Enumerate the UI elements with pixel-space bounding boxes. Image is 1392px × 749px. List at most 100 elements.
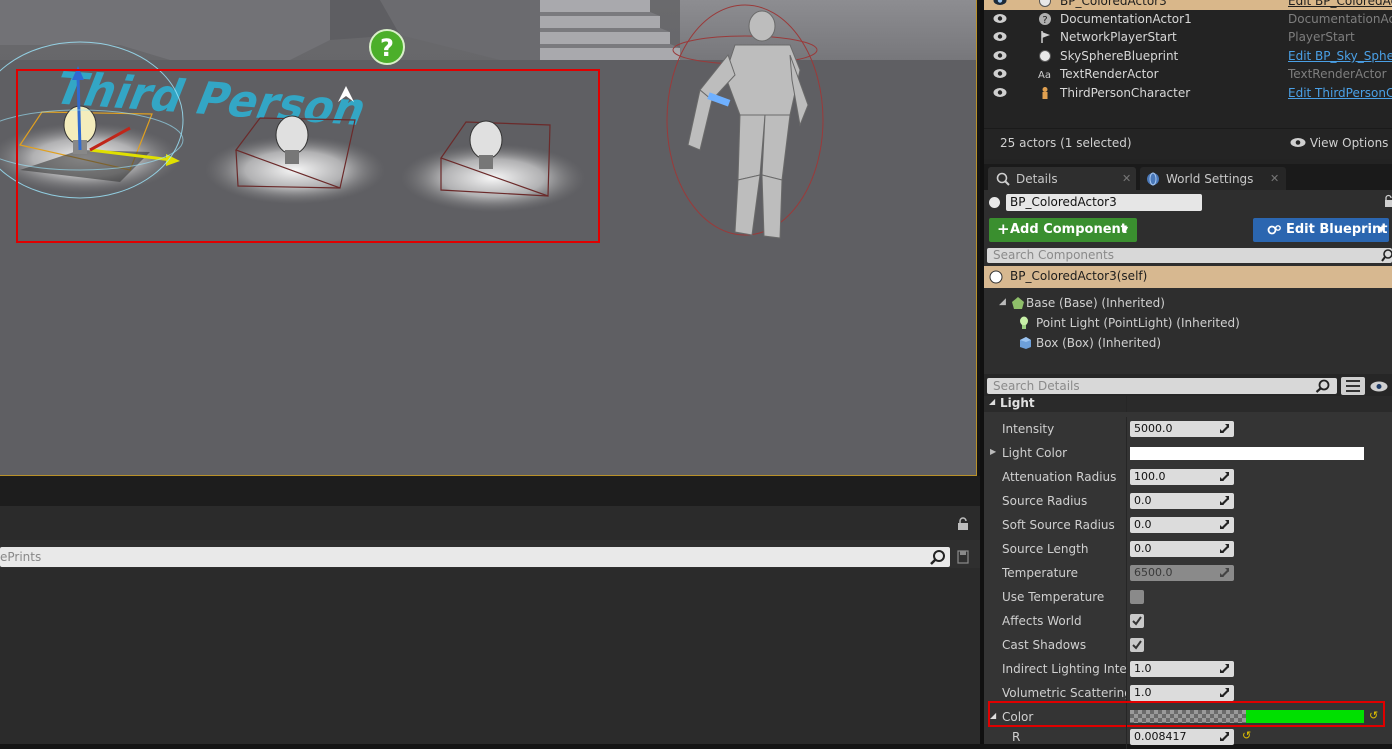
prop-temperature: Temperature 6500.0 bbox=[984, 561, 1392, 585]
blueprint-search-input[interactable]: ePrints bbox=[0, 547, 950, 567]
outliner-row-type-link[interactable]: Edit ThirdPersonC bbox=[1288, 86, 1392, 100]
prop-cast-shadows: Cast Shadows bbox=[984, 633, 1392, 657]
drag-resize-icon[interactable] bbox=[1220, 544, 1229, 553]
plus-icon: + bbox=[997, 220, 1010, 238]
checkmark-icon bbox=[1132, 640, 1142, 650]
search-icon[interactable] bbox=[1315, 379, 1331, 393]
lock-icon[interactable] bbox=[956, 517, 970, 531]
attenuation-radius-value: 100.0 bbox=[1134, 470, 1166, 483]
temperature-value: 6500.0 bbox=[1134, 566, 1173, 579]
intensity-field[interactable]: 5000.0 bbox=[1130, 421, 1234, 437]
bottom-tabstrip bbox=[0, 476, 980, 506]
use-temperature-checkbox[interactable] bbox=[1130, 590, 1144, 604]
r-field[interactable]: 0.008417 bbox=[1130, 729, 1234, 745]
outliner-row[interactable]: BP_ColoredActor3 Edit BP_ColoredAc bbox=[984, 0, 1392, 10]
drag-resize-icon[interactable] bbox=[1220, 520, 1229, 529]
component-item[interactable]: Box (Box) (Inherited) bbox=[1036, 336, 1161, 350]
prop-label: Cast Shadows bbox=[1002, 638, 1087, 652]
search-icon[interactable] bbox=[1381, 248, 1392, 262]
expand-arrow-icon[interactable]: ◢ bbox=[999, 297, 1006, 307]
property-matrix-button[interactable] bbox=[1341, 377, 1365, 395]
search-components-input[interactable]: Search Components bbox=[987, 248, 1392, 263]
column-divider bbox=[1126, 561, 1127, 585]
details-button-row: + Add Component ▼ Edit Blueprint ▼ bbox=[984, 216, 1392, 244]
svg-text:Aa: Aa bbox=[1038, 70, 1051, 81]
search-icon[interactable] bbox=[930, 549, 946, 565]
category-light[interactable]: ◢ Light bbox=[984, 396, 1392, 412]
eye-icon[interactable] bbox=[993, 0, 1007, 6]
indirect-lighting-value: 1.0 bbox=[1134, 662, 1152, 675]
actor-name-field[interactable]: BP_ColoredActor3 bbox=[1006, 194, 1202, 211]
light-color-swatch[interactable] bbox=[1130, 447, 1364, 460]
column-divider bbox=[1126, 513, 1127, 537]
source-length-field[interactable]: 0.0 bbox=[1130, 541, 1234, 557]
view-options-button[interactable]: View Options ▼ bbox=[1290, 136, 1392, 150]
volumetric-scattering-field[interactable]: 1.0 bbox=[1130, 685, 1234, 701]
cast-shadows-checkbox[interactable] bbox=[1130, 638, 1144, 652]
sphere-icon bbox=[1039, 50, 1051, 62]
viewport-scene[interactable]: ? Third Person bbox=[0, 0, 976, 475]
drag-resize-icon[interactable] bbox=[1220, 424, 1229, 433]
column-divider bbox=[1126, 725, 1127, 749]
drag-resize-icon[interactable] bbox=[1220, 664, 1229, 673]
details-search-row: Search Details bbox=[984, 374, 1392, 398]
component-self-row[interactable]: BP_ColoredActor3(self) bbox=[984, 266, 1392, 288]
component-item[interactable]: Point Light (PointLight) (Inherited) bbox=[1036, 316, 1240, 330]
property-grid: ◢ Light Intensity 5000.0 ▶ Light Color A bbox=[984, 396, 1392, 749]
drag-resize-icon[interactable] bbox=[1220, 732, 1229, 741]
prop-source-radius: Source Radius 0.0 bbox=[984, 489, 1392, 513]
level-viewport[interactable]: ? Third Person bbox=[0, 0, 977, 476]
search-details-input[interactable]: Search Details bbox=[987, 378, 1337, 394]
prop-r: R 0.008417 ↺ bbox=[984, 725, 1392, 749]
blueprint-list bbox=[0, 568, 980, 744]
prop-label: Intensity bbox=[1002, 422, 1055, 436]
eye-icon[interactable] bbox=[1370, 381, 1388, 392]
source-length-value: 0.0 bbox=[1134, 542, 1152, 555]
drag-resize-icon[interactable] bbox=[1220, 496, 1229, 505]
eye-icon[interactable] bbox=[993, 31, 1007, 42]
expand-arrow-icon[interactable]: ▶ bbox=[990, 447, 996, 456]
outliner-row[interactable]: NetworkPlayerStart PlayerStart bbox=[984, 28, 1392, 46]
close-icon[interactable]: ✕ bbox=[1270, 172, 1279, 185]
eye-icon[interactable] bbox=[993, 68, 1007, 79]
column-divider bbox=[1126, 417, 1127, 441]
prop-label: Source Length bbox=[1002, 542, 1089, 556]
search-details-placeholder: Search Details bbox=[993, 379, 1080, 393]
edit-blueprint-button[interactable]: Edit Blueprint ▼ bbox=[1253, 218, 1389, 242]
close-icon[interactable]: ✕ bbox=[1122, 172, 1131, 185]
outliner-row[interactable]: SkySphereBlueprint Edit BP_Sky_Sphere bbox=[984, 47, 1392, 65]
outliner-row-type-link[interactable]: Edit BP_Sky_Sphere bbox=[1288, 49, 1392, 63]
attenuation-radius-field[interactable]: 100.0 bbox=[1130, 469, 1234, 485]
add-component-button[interactable]: + Add Component ▼ bbox=[989, 218, 1137, 242]
svg-text:?: ? bbox=[1042, 15, 1047, 26]
tab-world-settings[interactable]: World Settings ✕ bbox=[1140, 167, 1286, 190]
lock-icon[interactable] bbox=[1384, 194, 1392, 208]
soft-source-radius-field[interactable]: 0.0 bbox=[1130, 517, 1234, 533]
column-divider bbox=[1126, 465, 1127, 489]
outliner-row[interactable]: ThirdPersonCharacter Edit ThirdPersonC bbox=[984, 84, 1392, 102]
eye-icon bbox=[1290, 138, 1306, 147]
eye-icon[interactable] bbox=[993, 13, 1007, 24]
outliner-row-label: BP_ColoredActor3 bbox=[1060, 0, 1167, 8]
outliner-row[interactable]: Aa TextRenderActor TextRenderActor bbox=[984, 65, 1392, 83]
save-icon[interactable] bbox=[957, 550, 969, 564]
outliner-row-label: NetworkPlayerStart bbox=[1060, 30, 1177, 44]
eye-icon[interactable] bbox=[993, 87, 1007, 98]
outliner-row-type-link[interactable]: Edit BP_ColoredAc bbox=[1288, 0, 1392, 8]
affects-world-checkbox[interactable] bbox=[1130, 614, 1144, 628]
eye-icon[interactable] bbox=[993, 50, 1007, 61]
source-radius-field[interactable]: 0.0 bbox=[1130, 493, 1234, 509]
prop-label: Volumetric Scattering Intensity bbox=[1002, 686, 1127, 700]
column-divider bbox=[1126, 609, 1127, 633]
column-divider bbox=[1126, 489, 1127, 513]
component-item[interactable]: Base (Base) (Inherited) bbox=[1026, 296, 1165, 310]
reset-to-default-icon[interactable]: ↺ bbox=[1242, 729, 1251, 742]
drag-resize-icon[interactable] bbox=[1220, 688, 1229, 697]
globe-icon bbox=[1147, 172, 1159, 186]
indirect-lighting-field[interactable]: 1.0 bbox=[1130, 661, 1234, 677]
drag-resize-icon[interactable] bbox=[1220, 472, 1229, 481]
outliner-row[interactable]: ? DocumentationActor1 DocumentationAc bbox=[984, 10, 1392, 28]
gears-icon bbox=[1267, 225, 1281, 235]
tab-details[interactable]: Details ✕ bbox=[988, 167, 1136, 190]
column-divider bbox=[1126, 441, 1127, 465]
